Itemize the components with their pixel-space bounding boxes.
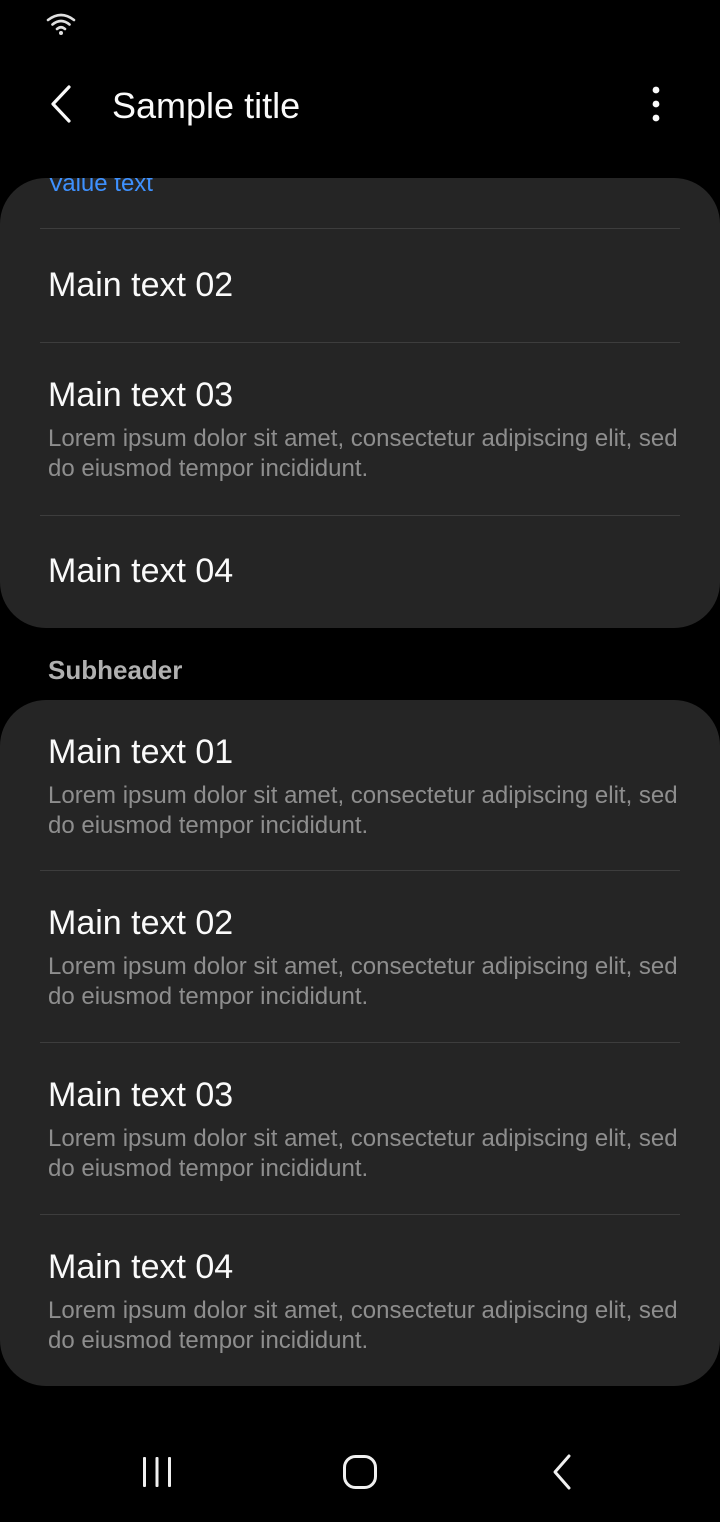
status-bar <box>0 0 720 50</box>
chevron-left-icon <box>47 84 75 129</box>
item-sub-text: Lorem ipsum dolor sit amet, consectetur … <box>48 782 678 839</box>
item-main-text: Main text 02 <box>48 904 234 942</box>
recents-icon <box>140 1456 174 1493</box>
more-vertical-icon <box>651 86 661 127</box>
navigation-bar <box>0 1420 720 1522</box>
home-button[interactable] <box>325 1446 395 1502</box>
section-subheader: Subheader <box>48 655 183 685</box>
settings-card-1: Value text Main text 02 Main text 03 Lor… <box>0 178 720 628</box>
list-item[interactable]: Main text 04 Lorem ipsum dolor sit amet,… <box>0 1215 720 1386</box>
item-sub-text: Lorem ipsum dolor sit amet, consectetur … <box>48 425 678 482</box>
recents-button[interactable] <box>122 1446 192 1502</box>
back-icon <box>550 1453 574 1496</box>
item-sub-text: Lorem ipsum dolor sit amet, consectetur … <box>48 953 678 1010</box>
list-item[interactable]: Main text 03 Lorem ipsum dolor sit amet,… <box>0 1043 720 1214</box>
list-item[interactable]: Main text 03 Lorem ipsum dolor sit amet,… <box>0 343 720 515</box>
settings-card-2: Main text 01 Lorem ipsum dolor sit amet,… <box>0 700 720 1386</box>
item-sub-text: Lorem ipsum dolor sit amet, consectetur … <box>48 1297 678 1354</box>
wifi-icon <box>46 12 76 41</box>
app-bar: Sample title <box>0 60 720 150</box>
item-main-text: Main text 03 <box>48 1076 234 1114</box>
more-options-button[interactable] <box>630 80 682 132</box>
page-title: Sample title <box>112 85 301 126</box>
item-sub-text: Lorem ipsum dolor sit amet, consectetur … <box>48 1125 678 1182</box>
back-button[interactable] <box>36 80 86 132</box>
value-text: Value text <box>48 178 153 197</box>
item-main-text: Main text 02 <box>48 266 234 304</box>
item-main-text: Main text 04 <box>48 552 234 590</box>
list-item[interactable]: Main text 01 Lorem ipsum dolor sit amet,… <box>0 700 720 870</box>
list-item[interactable]: Main text 04 <box>0 516 720 628</box>
item-main-text: Main text 03 <box>48 376 234 414</box>
list-item[interactable]: Main text 02 <box>0 229 720 342</box>
home-icon <box>342 1454 378 1495</box>
item-main-text: Main text 04 <box>48 1248 234 1286</box>
nav-back-button[interactable] <box>527 1446 597 1502</box>
item-main-text: Main text 01 <box>48 733 234 771</box>
list-item-value[interactable]: Value text <box>0 178 720 229</box>
list-item[interactable]: Main text 02 Lorem ipsum dolor sit amet,… <box>0 871 720 1042</box>
